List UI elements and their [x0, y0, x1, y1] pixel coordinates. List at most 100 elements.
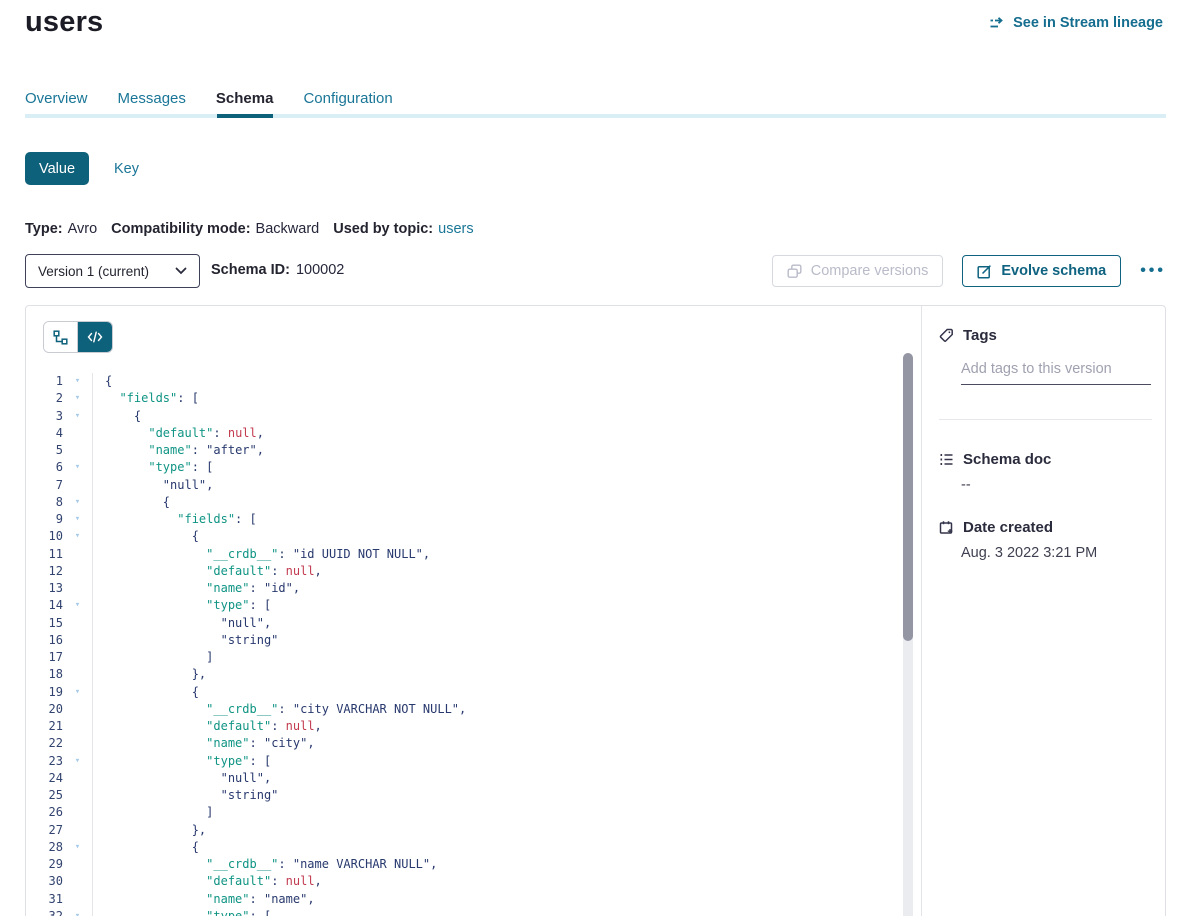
line-number: 21: [26, 718, 63, 735]
fold-caret-icon[interactable]: ▾: [63, 528, 93, 545]
date-created-value: Aug. 3 2022 3:21 PM: [961, 545, 1149, 561]
code-text: "default": null,: [93, 873, 322, 890]
fold-caret-icon[interactable]: ▾: [63, 839, 93, 856]
evolve-schema-button[interactable]: Evolve schema: [962, 255, 1121, 287]
code-view-button[interactable]: [78, 322, 112, 352]
fold-caret-icon[interactable]: ▾: [63, 597, 93, 614]
code-text: "name": "id",: [93, 580, 300, 597]
key-toggle-button[interactable]: Key: [114, 161, 139, 177]
fold-spacer: [63, 701, 93, 718]
value-key-toggle: Value Key: [25, 152, 139, 185]
chevron-down-icon: [175, 267, 187, 275]
code-text: "type": [: [93, 597, 271, 614]
code-line: 17 ]: [26, 649, 921, 666]
fold-caret-icon[interactable]: ▾: [63, 459, 93, 476]
line-number: 8: [26, 494, 63, 511]
line-number: 11: [26, 546, 63, 563]
fold-spacer: [63, 477, 93, 494]
fold-caret-icon[interactable]: ▾: [63, 753, 93, 770]
code-scrollbar-thumb[interactable]: [903, 353, 913, 641]
code-line: 31 "name": "name",: [26, 891, 921, 908]
more-actions-menu[interactable]: •••: [1140, 263, 1166, 279]
fold-spacer: [63, 856, 93, 873]
code-text: "string": [93, 632, 278, 649]
code-text: {: [93, 528, 199, 545]
tab-underline-track: [25, 114, 1166, 118]
code-text: },: [93, 666, 206, 683]
tree-view-button[interactable]: [44, 322, 78, 352]
code-line: 22 "name": "city",: [26, 735, 921, 752]
tab-schema[interactable]: Schema: [216, 90, 274, 107]
code-line: 26 ]: [26, 804, 921, 821]
schema-meta-row: Type:Avro Compatibility mode:Backward Us…: [25, 221, 474, 237]
schema-viewer-panel: 1▾{2▾ "fields": [3▾ {4 "default": null,5…: [25, 305, 1166, 916]
code-line: 20 "__crdb__": "city VARCHAR NOT NULL",: [26, 701, 921, 718]
code-text: "type": [: [93, 908, 271, 916]
code-line: 4 "default": null,: [26, 425, 921, 442]
code-line: 18 },: [26, 666, 921, 683]
compare-icon: [787, 264, 802, 279]
line-number: 19: [26, 684, 63, 701]
line-number: 4: [26, 425, 63, 442]
line-number: 10: [26, 528, 63, 545]
line-number: 15: [26, 615, 63, 632]
code-line: 14▾ "type": [: [26, 597, 921, 614]
code-text: },: [93, 822, 206, 839]
active-tab-indicator: [217, 114, 273, 118]
code-scrollbar-track[interactable]: [903, 353, 913, 916]
fold-caret-icon[interactable]: ▾: [63, 408, 93, 425]
compare-versions-button[interactable]: Compare versions: [772, 255, 944, 287]
used-by-topic-label: Used by topic:: [333, 221, 433, 237]
fold-spacer: [63, 442, 93, 459]
line-number: 9: [26, 511, 63, 528]
code-line: 15 "null",: [26, 615, 921, 632]
sidebar-section-divider: [939, 419, 1152, 420]
type-value: Avro: [68, 221, 98, 237]
tags-title: Tags: [963, 327, 997, 344]
fold-spacer: [63, 666, 93, 683]
fold-caret-icon[interactable]: ▾: [63, 908, 93, 916]
page-title: users: [25, 6, 103, 39]
fold-caret-icon[interactable]: ▾: [63, 373, 93, 390]
schema-code-editor[interactable]: 1▾{2▾ "fields": [3▾ {4 "default": null,5…: [26, 373, 921, 916]
code-text: "default": null,: [93, 563, 322, 580]
lineage-link-label: See in Stream lineage: [1013, 15, 1163, 31]
code-text: "default": null,: [93, 718, 322, 735]
fold-spacer: [63, 770, 93, 787]
edit-icon: [977, 264, 992, 279]
stream-lineage-icon: [989, 16, 1005, 30]
see-in-stream-lineage-link[interactable]: See in Stream lineage: [989, 15, 1163, 31]
topic-link[interactable]: users: [438, 221, 473, 237]
fold-spacer: [63, 546, 93, 563]
value-toggle-button[interactable]: Value: [25, 152, 89, 185]
add-tags-input[interactable]: [961, 361, 1151, 385]
code-text: "default": null,: [93, 425, 264, 442]
tab-configuration[interactable]: Configuration: [303, 90, 392, 107]
code-line: 10▾ {: [26, 528, 921, 545]
line-number: 16: [26, 632, 63, 649]
fold-spacer: [63, 873, 93, 890]
code-line: 11 "__crdb__": "id UUID NOT NULL",: [26, 546, 921, 563]
code-text: "null",: [93, 477, 213, 494]
fold-spacer: [63, 563, 93, 580]
code-text: "__crdb__": "id UUID NOT NULL",: [93, 546, 430, 563]
code-text: "name": "city",: [93, 735, 315, 752]
code-text: {: [93, 839, 199, 856]
tab-messages[interactable]: Messages: [118, 90, 186, 107]
tab-overview[interactable]: Overview: [25, 90, 88, 107]
fold-caret-icon[interactable]: ▾: [63, 494, 93, 511]
code-text: "string": [93, 787, 278, 804]
code-line: 9▾ "fields": [: [26, 511, 921, 528]
code-text: {: [93, 494, 170, 511]
fold-caret-icon[interactable]: ▾: [63, 511, 93, 528]
code-line: 23▾ "type": [: [26, 753, 921, 770]
code-line: 6▾ "type": [: [26, 459, 921, 476]
fold-caret-icon[interactable]: ▾: [63, 684, 93, 701]
fold-spacer: [63, 649, 93, 666]
version-select[interactable]: Version 1 (current): [25, 254, 200, 288]
code-line: 19▾ {: [26, 684, 921, 701]
fold-caret-icon[interactable]: ▾: [63, 390, 93, 407]
type-label: Type:: [25, 221, 63, 237]
code-line: 8▾ {: [26, 494, 921, 511]
line-number: 17: [26, 649, 63, 666]
